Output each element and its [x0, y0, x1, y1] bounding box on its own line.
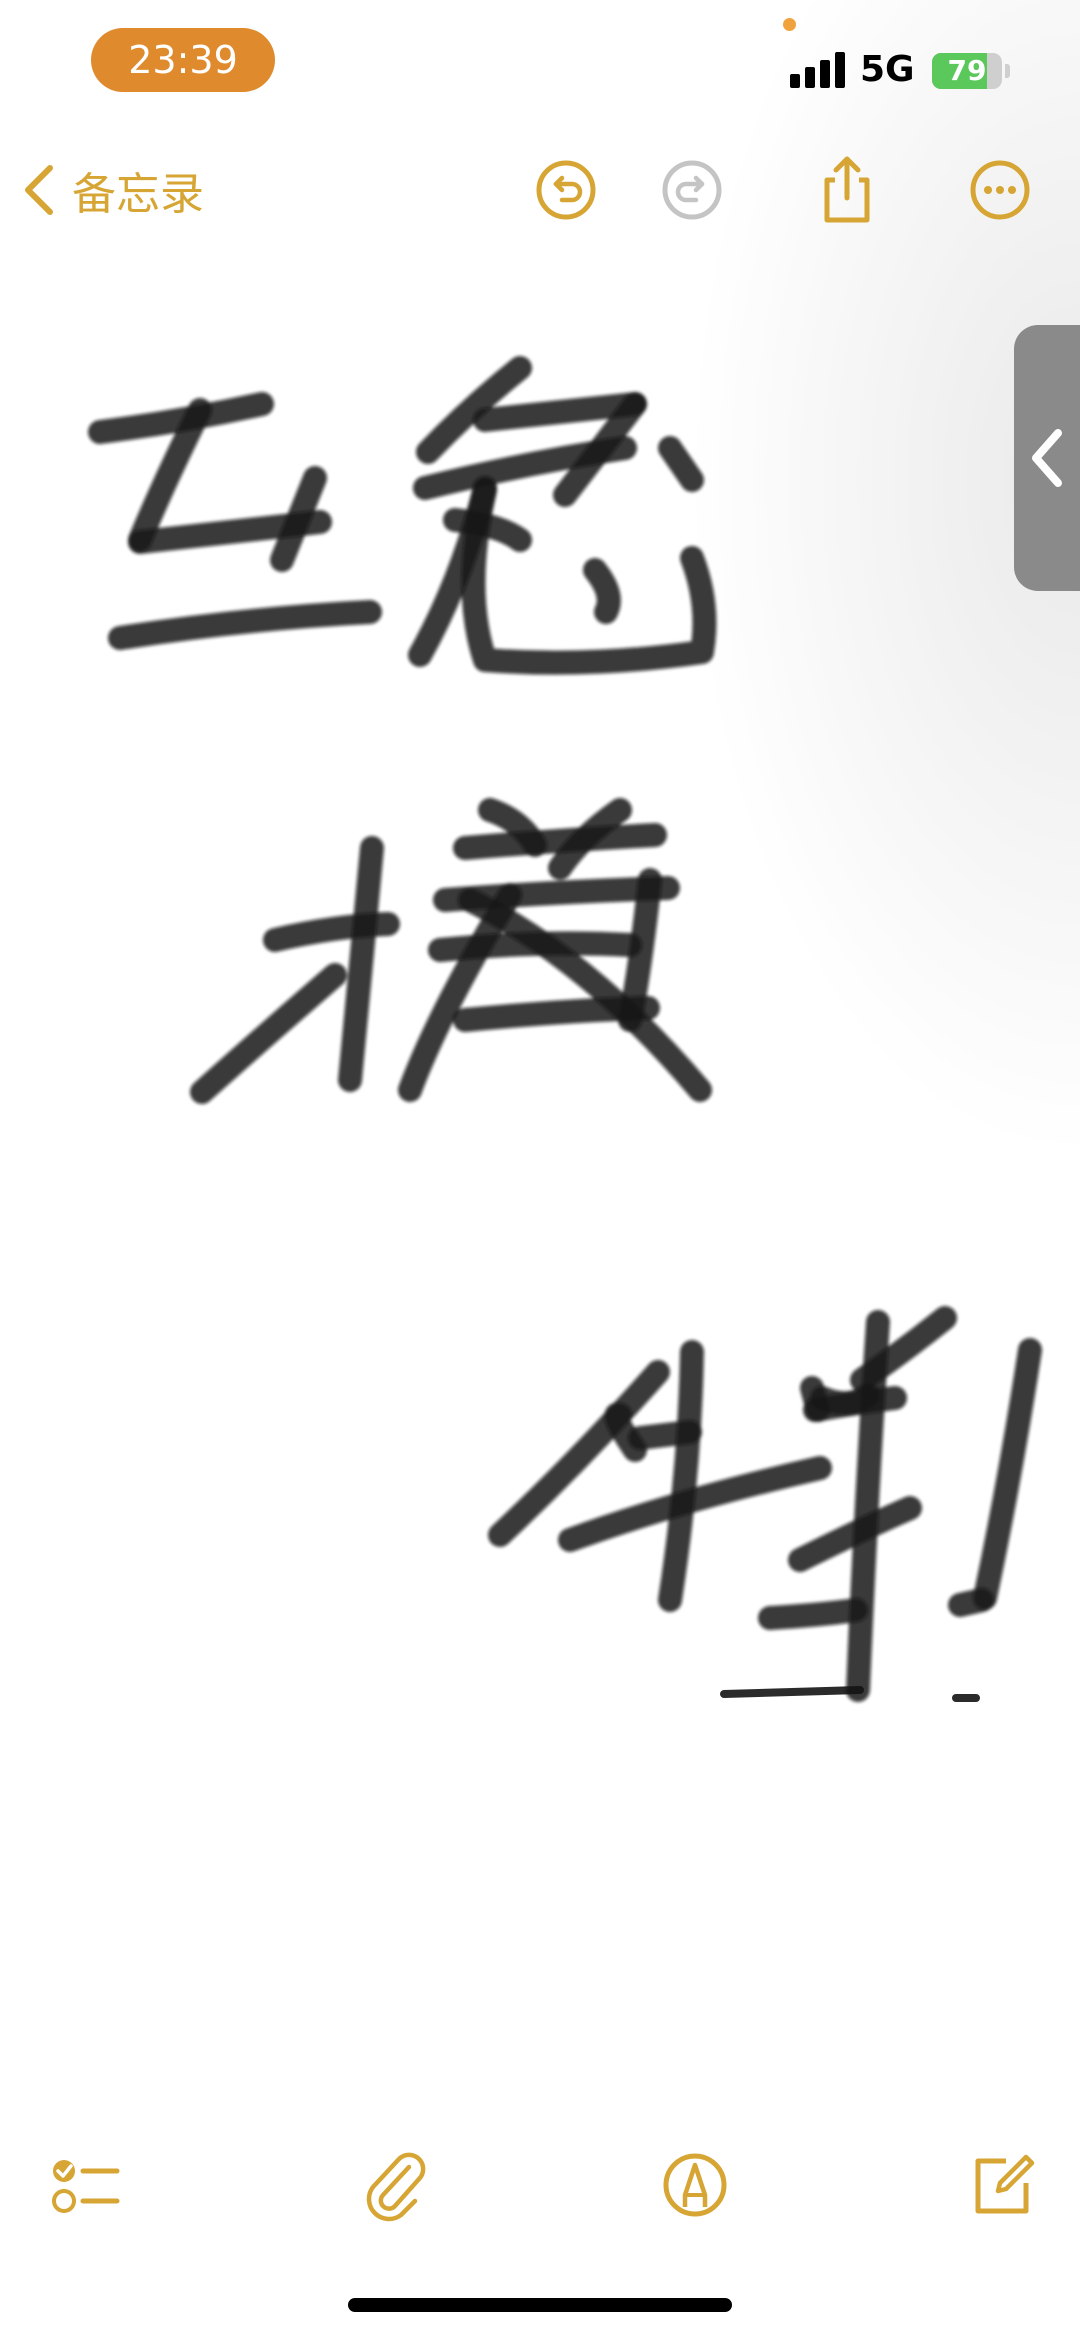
back-button[interactable]: 备忘录	[18, 152, 204, 228]
network-type: 5G	[860, 49, 915, 90]
checklist-icon	[52, 2160, 120, 2213]
status-bar: 23:39 5G 79	[0, 0, 1080, 110]
share-button[interactable]	[807, 150, 887, 230]
compose-button[interactable]	[962, 2145, 1042, 2225]
more-button[interactable]	[960, 150, 1040, 230]
home-indicator[interactable]	[348, 2298, 732, 2312]
share-icon	[824, 156, 870, 223]
undo-button[interactable]	[526, 150, 606, 230]
redo-button[interactable]	[652, 150, 732, 230]
ink-underline-stroke	[720, 1686, 864, 1698]
battery-icon: 79	[932, 53, 1002, 89]
handwriting-drawing	[88, 356, 1042, 1702]
handwritten-character-3	[190, 798, 712, 1104]
markup-icon	[663, 2153, 727, 2217]
compose-icon	[975, 2154, 1035, 2214]
notes-screen: 23:39 5G 79 备忘录	[0, 0, 1080, 2337]
handwritten-character-1	[88, 392, 382, 650]
attachment-icon	[366, 2152, 426, 2222]
redo-icon	[662, 160, 722, 220]
attachment-button[interactable]	[355, 2145, 435, 2225]
battery-cap	[1005, 64, 1010, 78]
undo-icon	[536, 160, 596, 220]
cellular-signal-icon	[790, 52, 846, 88]
chevron-left-icon	[25, 165, 53, 215]
battery-percent: 79	[947, 54, 987, 87]
back-label: 备忘录	[72, 169, 204, 220]
privacy-indicator-dot	[783, 18, 796, 31]
handwritten-character-2	[408, 356, 717, 675]
chevron-left-icon	[1032, 429, 1062, 487]
handwritten-character-4	[488, 1306, 1042, 1702]
side-panel-handle[interactable]	[1014, 325, 1080, 591]
bottom-toolbar	[0, 2135, 1080, 2235]
markup-button[interactable]	[655, 2145, 735, 2225]
checklist-button[interactable]	[45, 2145, 125, 2225]
more-icon	[970, 160, 1030, 220]
navigation-bar: 备忘录	[0, 140, 1080, 240]
drawing-canvas[interactable]	[0, 250, 1080, 2080]
status-time: 23:39	[91, 28, 275, 92]
